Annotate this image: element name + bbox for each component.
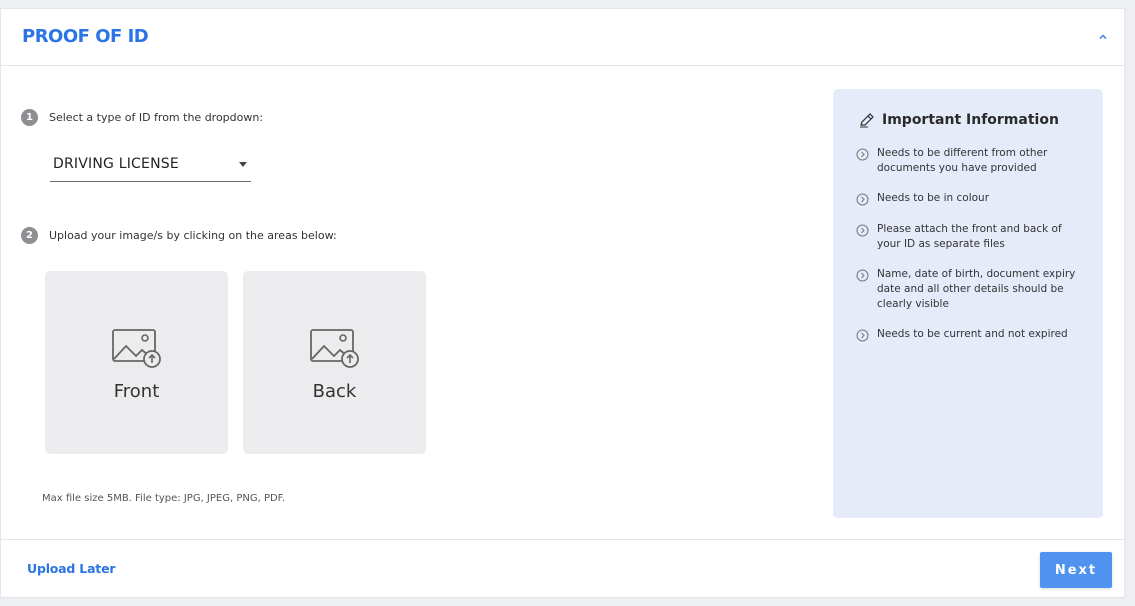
chevron-circle-icon bbox=[856, 193, 869, 206]
info-list-item: Name, date of birth, document expiry dat… bbox=[856, 267, 1086, 312]
proof-of-id-panel: PROOF OF ID 1 Select a type of ID from t… bbox=[0, 8, 1125, 598]
panel-header: PROOF OF ID bbox=[1, 9, 1124, 66]
info-list-item: Needs to be different from other documen… bbox=[856, 146, 1086, 176]
chevron-circle-icon bbox=[856, 329, 869, 342]
info-title: Important Information bbox=[882, 112, 1059, 128]
id-type-dropdown[interactable]: DRIVING LICENSE bbox=[50, 146, 251, 182]
info-item-text: Name, date of birth, document expiry dat… bbox=[877, 268, 1076, 310]
step-1: 1 Select a type of ID from the dropdown: bbox=[21, 109, 263, 126]
chevron-circle-icon bbox=[856, 224, 869, 237]
chevron-circle-icon bbox=[856, 148, 869, 161]
upload-front-area[interactable]: Front bbox=[45, 271, 228, 454]
info-list-item: Needs to be in colour bbox=[856, 191, 1086, 206]
info-item-text: Needs to be in colour bbox=[877, 192, 990, 204]
step-1-instruction: Select a type of ID from the dropdown: bbox=[49, 111, 264, 124]
image-upload-icon bbox=[112, 329, 161, 368]
step-2: 2 Upload your image/s by clicking on the… bbox=[21, 227, 337, 244]
panel-footer: Upload Later Next bbox=[1, 539, 1124, 598]
caret-down-icon bbox=[239, 162, 247, 167]
upload-back-area[interactable]: Back bbox=[243, 271, 426, 454]
step-2-instruction: Upload your image/s by clicking on the a… bbox=[49, 229, 337, 242]
info-list-item: Please attach the front and back of your… bbox=[856, 222, 1086, 252]
info-header: Important Information bbox=[859, 112, 1059, 128]
id-type-selected-value: DRIVING LICENSE bbox=[53, 156, 179, 172]
upload-back-label: Back bbox=[312, 381, 357, 402]
chevron-circle-icon bbox=[856, 269, 869, 282]
step-number-badge: 2 bbox=[21, 227, 38, 244]
important-information-box: Important Information Needs to be differ… bbox=[833, 89, 1103, 518]
chevron-up-icon[interactable] bbox=[1096, 29, 1110, 43]
info-item-text: Needs to be current and not expired bbox=[877, 328, 1068, 340]
file-requirements-hint: Max file size 5MB. File type: JPG, JPEG,… bbox=[42, 493, 285, 504]
next-button[interactable]: Next bbox=[1040, 552, 1112, 588]
step-number-badge: 1 bbox=[21, 109, 38, 126]
info-item-text: Needs to be different from other documen… bbox=[877, 147, 1048, 174]
info-list-item: Needs to be current and not expired bbox=[856, 327, 1086, 342]
pen-icon bbox=[860, 113, 874, 128]
image-upload-icon bbox=[310, 329, 359, 368]
info-item-text: Please attach the front and back of your… bbox=[877, 223, 1062, 250]
upload-front-label: Front bbox=[113, 381, 160, 402]
page-title: PROOF OF ID bbox=[22, 26, 149, 47]
upload-later-link[interactable]: Upload Later bbox=[27, 561, 116, 576]
